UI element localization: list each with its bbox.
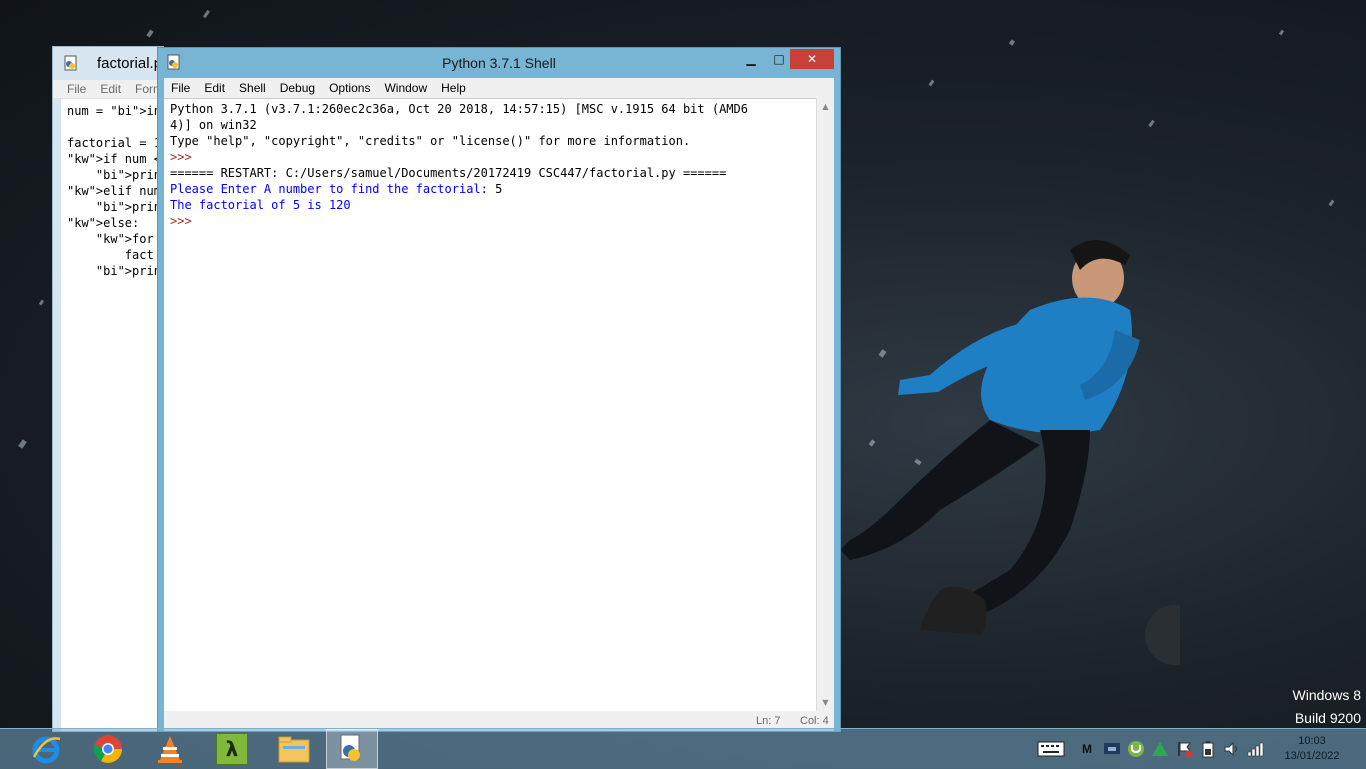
action-center-flag-icon[interactable]: [1174, 739, 1194, 759]
code-line: "kw">elif num == 0:: [67, 184, 161, 198]
input-prompt-text: Please Enter A number to find the factor…: [170, 182, 496, 196]
shell-window[interactable]: Python 3.7.1 Shell ▁ □ ✕ File Edit Shell…: [157, 47, 841, 732]
runner-wallpaper: [840, 240, 1180, 665]
glass-shard: [202, 9, 211, 19]
maximize-button[interactable]: □: [766, 49, 792, 69]
close-button[interactable]: ✕: [790, 49, 834, 69]
code-line: "kw">if num < 0:: [67, 152, 161, 166]
menu-debug[interactable]: Debug: [273, 81, 322, 95]
glass-shard: [38, 299, 45, 306]
shell-prompt: >>>: [170, 150, 199, 164]
glass-shard: [146, 29, 154, 38]
triangle-app-icon[interactable]: [1150, 739, 1170, 759]
code-line: factorial = 1: [67, 136, 161, 150]
shell-text: Python 3.7.1 (v3.7.1:260ec2c36a, Oct 20 …: [164, 99, 816, 231]
signal-strength-icon[interactable]: [1246, 739, 1266, 759]
shell-line: Python 3.7.1 (v3.7.1:260ec2c36a, Oct 20 …: [170, 102, 748, 116]
shell-output-line: The factorial of 5 is 120: [170, 198, 351, 212]
watermark-build: Build 9200: [1294, 710, 1361, 726]
tray-m-icon[interactable]: M: [1078, 739, 1096, 759]
battery-icon[interactable]: [1198, 739, 1218, 759]
shell-input-line: Please Enter A number to find the factor…: [170, 181, 810, 197]
utorrent-icon[interactable]: [1126, 739, 1146, 759]
code-line: "kw">else:: [67, 216, 140, 230]
code-line: "kw">for i in: [95, 232, 163, 246]
clock-date: 13/01/2022: [1284, 750, 1340, 762]
shell-line: ====== RESTART: C:/Users/samuel/Document…: [170, 166, 727, 180]
glass-shard: [18, 439, 27, 449]
system-clock[interactable]: 10:03 13/01/2022: [1282, 734, 1342, 764]
minimize-button[interactable]: ▁: [738, 49, 764, 69]
glass-shard: [1148, 119, 1155, 128]
user-input-value: 5: [495, 182, 503, 196]
internet-explorer-icon[interactable]: [18, 729, 74, 769]
menu-shell[interactable]: Shell: [232, 81, 273, 95]
scroll-down-icon[interactable]: ▼: [817, 694, 834, 711]
python-file-icon: [64, 55, 77, 71]
scroll-up-icon[interactable]: ▲: [817, 98, 834, 115]
code-line: num = "bi">int(input(: [67, 104, 163, 118]
watermark-os: Windows 8: [1292, 687, 1361, 703]
lambda-glyph: λ: [216, 733, 248, 765]
clock-time: 10:03: [1298, 735, 1326, 747]
shell-menubar: File Edit Shell Debug Options Window Hel…: [164, 78, 834, 98]
editor-code-area[interactable]: num = "bi">int(input( factorial = 1 "kw">…: [61, 99, 163, 731]
volume-icon[interactable]: [1222, 739, 1242, 759]
menu-options[interactable]: Options: [322, 81, 377, 95]
taskbar: λ M 10:03 13/01/2022: [0, 728, 1366, 769]
glass-shard: [1278, 29, 1285, 36]
shell-prompt: >>>: [170, 214, 199, 228]
code-line: "bi">print("T: [95, 200, 163, 214]
shell-line: Type "help", "copyright", "credits" or "…: [170, 134, 691, 148]
code-line: fact: [67, 248, 154, 262]
vlc-icon[interactable]: [142, 729, 198, 769]
glass-shard: [928, 79, 935, 87]
lambda-app-icon[interactable]: λ: [204, 729, 260, 769]
editor-window[interactable]: factorial.py File Edit Format num = "bi"…: [52, 46, 173, 732]
network-monitor-icon[interactable]: [1102, 739, 1122, 759]
windows-watermark: Windows 8 Build 9200: [1293, 684, 1361, 730]
editor-titlebar[interactable]: factorial.py: [53, 47, 170, 80]
menu-edit[interactable]: Edit: [197, 81, 232, 95]
chrome-icon[interactable]: [80, 729, 136, 769]
menu-window[interactable]: Window: [377, 81, 434, 95]
shell-titlebar[interactable]: Python 3.7.1 Shell ▁ □ ✕: [158, 48, 840, 76]
status-line: Ln: 7: [756, 715, 781, 727]
vertical-scrollbar[interactable]: ▲ ▼: [816, 98, 834, 711]
editor-menubar: File Edit Format: [53, 80, 173, 98]
code-line: "bi">print("T: [95, 264, 163, 278]
menu-file[interactable]: File: [164, 81, 197, 95]
glass-shard: [1008, 39, 1016, 46]
keyboard-icon[interactable]: [1036, 739, 1066, 759]
editor-menu-edit[interactable]: Edit: [100, 82, 121, 96]
file-explorer-icon[interactable]: [266, 729, 322, 769]
glass-shard: [1328, 199, 1335, 207]
editor-menu-file[interactable]: File: [67, 82, 86, 96]
shell-line: 4)] on win32: [170, 118, 257, 132]
code-line: "bi">print("S: [95, 168, 163, 182]
status-col: Col: 4: [800, 715, 829, 727]
shell-output-area[interactable]: Python 3.7.1 (v3.7.1:260ec2c36a, Oct 20 …: [164, 98, 816, 711]
python-idle-icon[interactable]: [326, 729, 378, 769]
menu-help[interactable]: Help: [434, 81, 473, 95]
